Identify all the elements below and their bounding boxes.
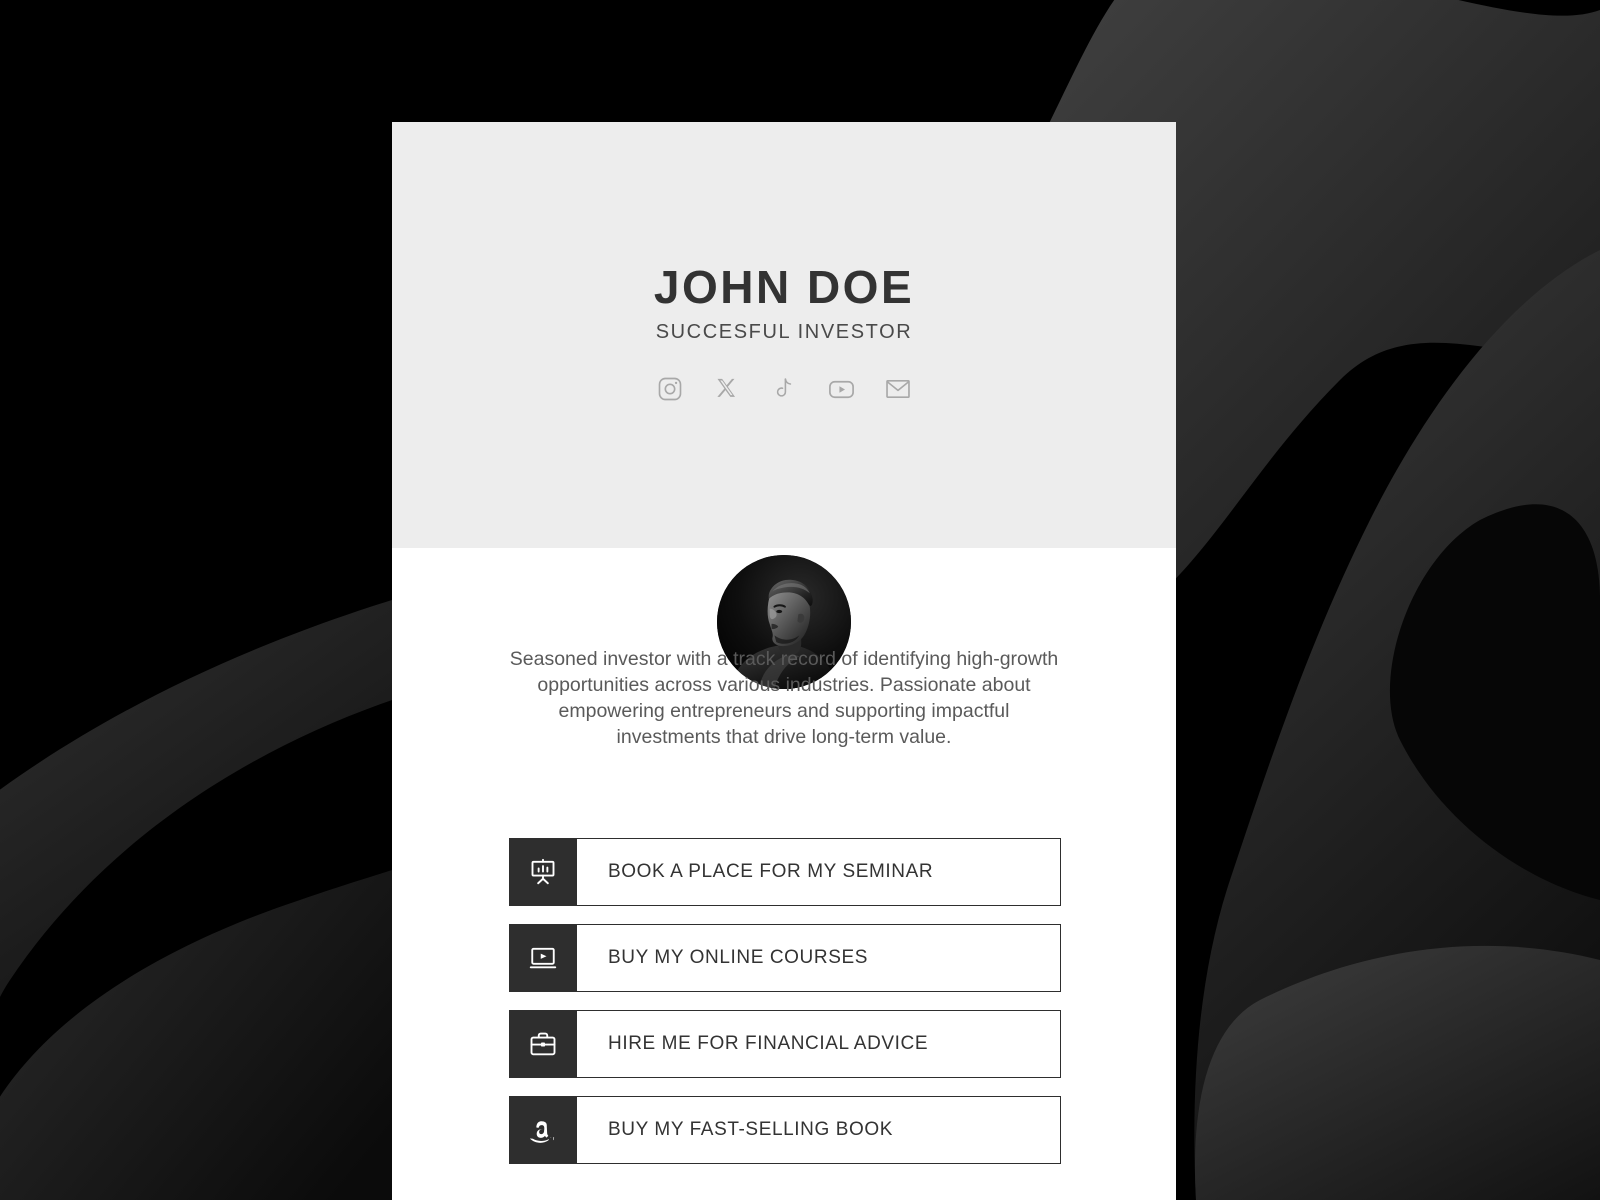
link-button-book[interactable]: BUY MY FAST-SELLING BOOK [509,1096,1061,1164]
briefcase-icon [509,1010,577,1078]
social-link-instagram[interactable] [655,374,685,404]
link-button-seminar[interactable]: BOOK A PLACE FOR MY SEMINAR [509,838,1061,906]
x-twitter-icon [714,376,740,402]
video-player-icon [509,924,577,992]
instagram-icon [656,375,684,403]
youtube-icon [827,375,856,404]
link-label: HIRE ME FOR FINANCIAL ADVICE [608,1033,929,1054]
tiktok-icon [771,376,797,403]
link-label-box: HIRE ME FOR FINANCIAL ADVICE [577,1010,1061,1078]
link-label-box: BUY MY FAST-SELLING BOOK [577,1096,1061,1164]
social-link-x[interactable] [712,374,742,404]
presentation-chart-icon [509,838,577,906]
link-list: BOOK A PLACE FOR MY SEMINAR BUY MY ONLIN… [509,838,1061,1164]
link-label: BUY MY FAST-SELLING BOOK [608,1119,894,1140]
link-label-box: BUY MY ONLINE COURSES [577,924,1061,992]
profile-card: JOHN DOE SUCCESFUL INVESTOR Seasoned inv… [392,122,1176,1200]
amazon-icon [509,1096,577,1164]
link-label: BOOK A PLACE FOR MY SEMINAR [608,861,934,882]
link-button-advice[interactable]: HIRE ME FOR FINANCIAL ADVICE [509,1010,1061,1078]
link-label-box: BOOK A PLACE FOR MY SEMINAR [577,838,1061,906]
link-label: BUY MY ONLINE COURSES [608,947,869,968]
social-link-youtube[interactable] [826,374,856,404]
social-link-tiktok[interactable] [769,374,799,404]
page-title: JOHN DOE [653,261,915,313]
profile-tagline: SUCCESFUL INVESTOR [655,321,913,343]
profile-bio: Seasoned investor with a track record of… [509,648,1059,749]
mail-icon [884,375,912,403]
social-link-email[interactable] [883,374,913,404]
social-links [392,374,1176,404]
link-button-courses[interactable]: BUY MY ONLINE COURSES [509,924,1061,992]
